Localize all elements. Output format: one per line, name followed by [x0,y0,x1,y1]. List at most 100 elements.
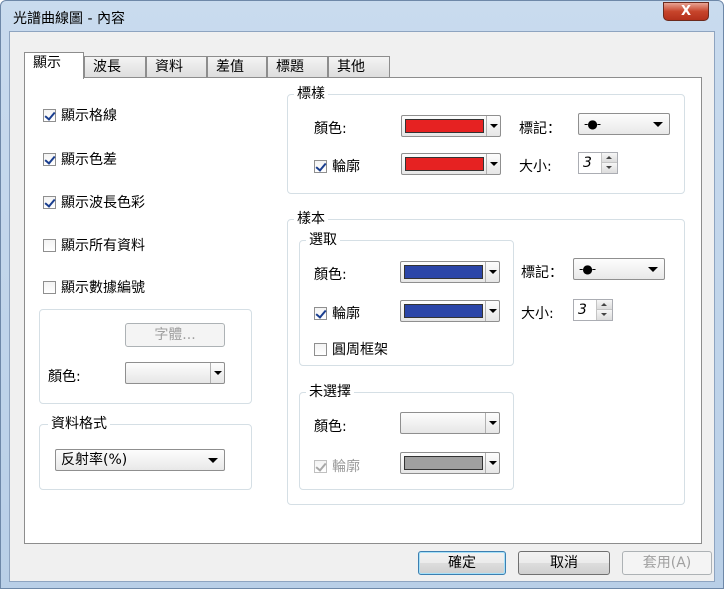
tab-wavelength[interactable]: 波長 [84,56,146,78]
font-color-label: 顏色: [48,369,81,385]
show-data-number-checkbox[interactable]: 顯示數據編號 [43,277,145,297]
checkbox-box [43,108,56,122]
sample-marker-select[interactable]: -●- [573,258,665,280]
data-format-label: 資料格式 [48,416,110,432]
tab-other[interactable]: 其他 [328,56,390,78]
standard-outline-checkbox[interactable]: 輪廓 [314,156,360,176]
chevron-down-icon [485,453,499,473]
spin-up-arrow-icon[interactable] [602,153,617,163]
font-color-picker[interactable] [125,362,225,384]
unselected-outline-checkbox[interactable]: 輪廓 [314,456,360,476]
checkbox-box [314,459,327,473]
checkbox-label: 顯示所有資料 [61,238,145,254]
spinner-buttons [601,153,617,173]
apply-button[interactable]: 套用(A) [622,551,712,575]
selected-outline-checkbox[interactable]: 輪廓 [314,303,360,323]
close-button[interactable]: X [663,2,709,21]
data-format-group: 資料格式 反射率(%) [39,416,252,490]
font-button[interactable]: 字體... [125,323,225,347]
sample-group: 樣本 選取 顏色: 輪廓 圓周框架 標記： -●- 大小: 3 未選擇 顏色: … [287,211,685,505]
chevron-down-icon [653,122,663,127]
font-group: 字體... 顏色: [39,309,252,404]
data-format-select[interactable]: 反射率(%) [55,449,225,471]
checkbox-label: 顯示色差 [61,152,117,168]
unselected-color-picker[interactable] [400,412,500,434]
show-wavelength-color-checkbox[interactable]: 顯示波長色彩 [43,192,145,212]
sample-label: 樣本 [294,211,328,227]
chevron-down-icon [210,363,224,383]
show-all-data-checkbox[interactable]: 顯示所有資料 [43,235,145,255]
checkbox-label: 輪廓 [332,159,360,175]
ok-button[interactable]: 確定 [418,551,506,575]
standard-size-label: 大小: [519,159,552,175]
checkbox-box [43,195,56,209]
spin-up-arrow-icon[interactable] [597,300,612,310]
selected-label: 選取 [306,232,340,248]
color-swatch [405,157,484,171]
standard-color-picker[interactable] [401,115,501,137]
color-swatch [405,119,484,133]
tab-difference[interactable]: 差值 [207,56,267,78]
sample-size-spinner[interactable]: 3 [573,299,613,321]
chevron-down-icon [648,267,658,272]
checkbox-label: 顯示數據編號 [61,280,145,296]
circle-frame-checkbox[interactable]: 圓周框架 [314,339,388,359]
tab-data[interactable]: 資料 [146,56,207,78]
checkbox-label: 顯示波長色彩 [61,195,145,211]
selected-color-picker[interactable] [400,261,500,283]
marker-value: -●- [579,262,596,276]
checkbox-label: 圓周框架 [332,342,388,358]
title-bar[interactable]: 光譜曲線圖 - 內容 X [1,1,723,31]
sample-marker-label: 標記： [521,265,563,281]
unselected-label: 未選擇 [306,384,354,400]
checkbox-label: 顯示格線 [61,108,117,124]
checkbox-box [43,152,56,166]
dialog-window: 光譜曲線圖 - 內容 X 顯示 波長 資料 差值 標題 其他 顯示格線 顯示色差 [0,0,724,589]
chevron-down-icon [485,413,499,433]
window-title: 光譜曲線圖 - 內容 [13,11,125,27]
chevron-down-icon [208,458,218,463]
data-format-value: 反射率(%) [61,452,128,468]
chevron-down-icon [485,301,499,321]
show-grid-checkbox[interactable]: 顯示格線 [43,105,117,125]
color-swatch [404,265,483,279]
spin-down-arrow-icon[interactable] [597,310,612,320]
tab-page-display: 顯示格線 顯示色差 顯示波長色彩 顯示所有資料 顯示數據編號 字體... 顏色:… [24,77,702,544]
checkbox-box [314,306,327,320]
selected-group: 選取 顏色: 輪廓 圓周框架 [299,232,514,366]
checkbox-box [314,342,327,356]
size-value: 3 [578,302,587,318]
unselected-color-label: 顏色: [314,419,347,435]
standard-size-spinner[interactable]: 3 [578,152,618,174]
dialog-client-area: 顯示 波長 資料 差值 標題 其他 顯示格線 顯示色差 顯示波長色彩 顯示所有資… [9,31,715,582]
tab-title[interactable]: 標題 [267,56,328,78]
checkbox-box [314,159,327,173]
standard-group: 標樣 顏色: 輪廓 標記： -●- 大小: 3 [287,86,685,194]
selected-outline-color-picker[interactable] [400,300,500,322]
checkbox-label: 輪廓 [332,459,360,475]
chevron-down-icon [485,262,499,282]
spinner-buttons [596,300,612,320]
cancel-button[interactable]: 取消 [518,551,610,575]
unselected-group: 未選擇 顏色: 輪廓 [299,384,514,490]
standard-color-label: 顏色: [314,121,347,137]
standard-marker-label: 標記： [519,121,561,137]
color-swatch [404,304,483,318]
selected-color-label: 顏色: [314,267,347,283]
tab-display[interactable]: 顯示 [24,52,84,79]
checkbox-box [43,280,56,294]
standard-marker-select[interactable]: -●- [578,113,670,135]
sample-size-label: 大小: [521,306,554,322]
size-value: 3 [583,155,592,171]
checkbox-label: 輪廓 [332,306,360,322]
spin-down-arrow-icon[interactable] [602,163,617,173]
chevron-down-icon [486,116,500,136]
chevron-down-icon [486,154,500,174]
checkbox-box [43,238,56,252]
standard-label: 標樣 [294,86,328,102]
standard-outline-color-picker[interactable] [401,153,501,175]
marker-value: -●- [584,117,601,131]
unselected-outline-color-picker[interactable] [400,452,500,474]
color-swatch [404,456,483,470]
show-color-diff-checkbox[interactable]: 顯示色差 [43,149,117,169]
